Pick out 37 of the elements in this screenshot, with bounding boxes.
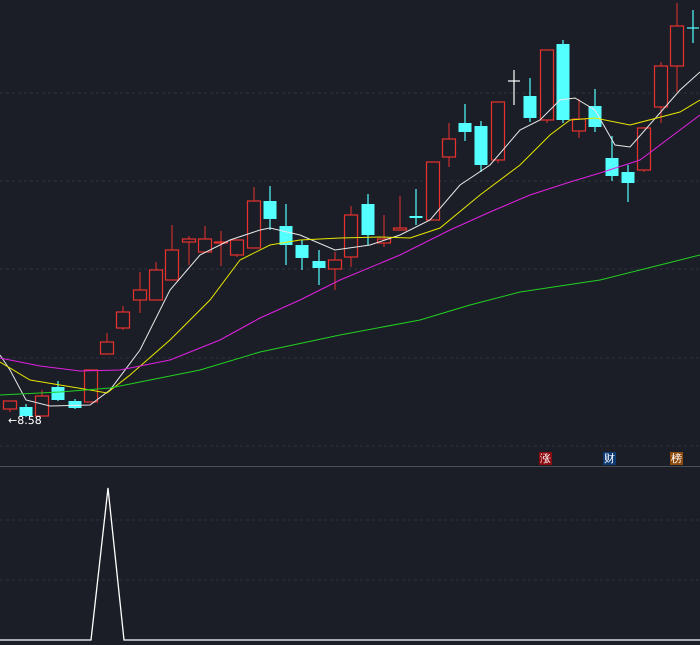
- candlestick: [636, 126, 652, 172]
- candlestick: [474, 121, 488, 172]
- candlestick: [264, 186, 276, 230]
- candlestick: [34, 390, 50, 417]
- candlestick: [490, 101, 506, 164]
- candlestick: [410, 189, 422, 225]
- tag-badge[interactable]: 涨: [539, 452, 552, 465]
- candlestick: [132, 272, 148, 314]
- candlestick: [524, 78, 536, 122]
- candlestick: [198, 226, 212, 254]
- candlestick: [508, 70, 520, 105]
- candlestick: [2, 400, 18, 412]
- candlestick: [246, 186, 262, 249]
- candlestick: [606, 136, 618, 181]
- candlestick: [100, 332, 114, 355]
- candlestick: [426, 161, 440, 221]
- candlestick: [52, 381, 64, 401]
- candlestick: [376, 214, 392, 248]
- candlestick: [362, 194, 374, 245]
- candlestick: [392, 196, 408, 231]
- candlestick: [68, 399, 82, 409]
- candlestick: [572, 98, 586, 138]
- candlestick: [687, 10, 699, 43]
- candlestick: [84, 369, 98, 403]
- candlestick: [588, 89, 602, 132]
- candlestick: [622, 165, 634, 202]
- candlestick: [442, 122, 456, 168]
- price-label: ←8.58: [8, 414, 42, 427]
- candlestick: [116, 306, 130, 330]
- candlestick: [280, 204, 292, 265]
- candlestick: [20, 404, 32, 417]
- candlestick: [182, 236, 196, 266]
- candlestick: [312, 250, 326, 285]
- tag-badge[interactable]: 财: [603, 452, 616, 465]
- tag-badge[interactable]: 榜: [670, 452, 683, 465]
- candlestick: [296, 240, 308, 270]
- candlestick: [458, 104, 472, 141]
